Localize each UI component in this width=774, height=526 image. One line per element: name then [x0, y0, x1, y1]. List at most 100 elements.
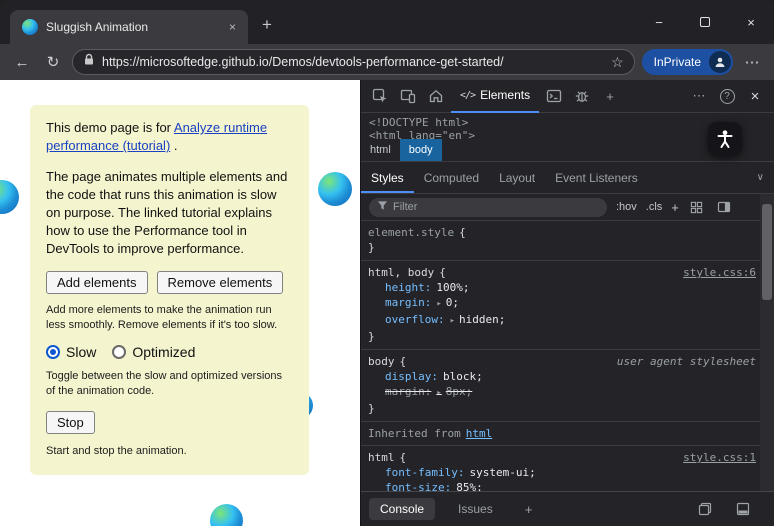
slow-radio-label[interactable]: Slow — [66, 344, 96, 360]
style-rule-html: html{style.css:1 font-family: system-ui; … — [361, 446, 774, 491]
device-emulation-icon[interactable] — [395, 83, 421, 109]
content-area: This demo page is for Analyze runtime pe… — [0, 80, 774, 526]
tab-layout[interactable]: Layout — [489, 162, 545, 193]
new-tab-button[interactable]: + — [262, 15, 272, 35]
property-name[interactable]: font-family: — [385, 466, 464, 479]
inherited-label: Inherited from — [368, 427, 461, 440]
devtools-menu-icon[interactable]: ⋯ — [686, 83, 712, 109]
scrollbar-thumb[interactable] — [762, 204, 772, 300]
address-bar[interactable]: https://microsoftedge.github.io/Demos/de… — [72, 49, 635, 75]
maximize-button[interactable] — [682, 0, 728, 44]
stylesheet-link[interactable]: style.css:6 — [683, 265, 756, 280]
property-value[interactable]: 8px; — [446, 385, 473, 398]
style-rule-element: element.style { } — [361, 221, 774, 261]
rule-selector[interactable]: html — [368, 451, 395, 464]
property-value[interactable]: block; — [443, 370, 483, 383]
tab-computed[interactable]: Computed — [414, 162, 489, 193]
style-rule-body-ua: body {user agent stylesheet display: block… — [361, 350, 774, 422]
inprivate-badge[interactable]: InPrivate — [641, 49, 733, 75]
more-drawer-tabs-icon[interactable]: + — [516, 496, 542, 522]
chevron-down-icon[interactable]: ∨ — [757, 172, 764, 183]
expand-arrow-icon[interactable]: ▸ — [436, 388, 441, 398]
property-value[interactable]: 100%; — [436, 281, 469, 294]
rule-selector[interactable]: html, body — [368, 266, 434, 279]
tab-issues[interactable]: Issues — [447, 498, 504, 520]
devtools-scrollbar[interactable] — [760, 194, 774, 491]
favorite-star-icon[interactable]: ☆ — [611, 54, 624, 71]
close-button[interactable]: × — [728, 0, 774, 44]
element-buttons-row: Add elements Remove elements — [46, 271, 293, 295]
console-tab-icon[interactable] — [541, 83, 567, 109]
stylesheet-link[interactable]: style.css:1 — [683, 450, 756, 465]
help-icon[interactable]: ? — [714, 83, 740, 109]
tab-event-listeners[interactable]: Event Listeners — [545, 162, 648, 193]
property-name[interactable]: margin: — [385, 296, 431, 309]
property-name[interactable]: overflow: — [385, 313, 445, 326]
filter-input[interactable] — [393, 201, 599, 213]
refresh-button[interactable]: ↻ — [41, 53, 65, 71]
maximize-icon — [700, 17, 710, 27]
welcome-home-icon[interactable] — [423, 83, 449, 109]
animated-edge-logo — [318, 172, 352, 206]
remove-elements-button[interactable]: Remove elements — [156, 271, 284, 295]
open-brace: { — [399, 451, 407, 464]
property-name[interactable]: display: — [385, 370, 438, 383]
inherited-node-link[interactable]: html — [466, 427, 493, 440]
optimized-radio[interactable] — [112, 344, 127, 359]
computed-sidebar-icon[interactable] — [715, 194, 733, 220]
profile-avatar[interactable] — [709, 51, 731, 73]
rule-close-line: } — [361, 401, 774, 416]
tab-console[interactable]: Console — [369, 498, 436, 520]
property-value[interactable]: 85%; — [456, 481, 483, 491]
inspect-element-icon[interactable] — [367, 83, 393, 109]
tab-elements[interactable]: </> Elements — [451, 80, 540, 113]
more-tabs-icon[interactable]: + — [597, 83, 623, 109]
minimize-button[interactable]: − — [636, 0, 682, 44]
intro-suffix: . — [170, 138, 178, 154]
optimized-radio-label[interactable]: Optimized — [132, 344, 195, 360]
breadcrumb-body[interactable]: body — [399, 139, 442, 161]
slow-radio[interactable] — [46, 344, 60, 359]
hov-toggle[interactable]: :hov — [616, 201, 637, 213]
cls-toggle[interactable]: .cls — [646, 201, 663, 213]
styles-filter[interactable] — [369, 197, 607, 217]
new-style-rule-icon[interactable]: + — [671, 200, 679, 215]
devtools-toolbar: </> Elements + ⋯ ? × — [361, 80, 774, 113]
dock-bottom-icon[interactable] — [730, 496, 756, 522]
stop-button[interactable]: Stop — [46, 411, 95, 435]
tab-title: Sluggish Animation — [46, 20, 149, 34]
breadcrumb-html[interactable]: html — [361, 139, 400, 161]
property-value[interactable]: system-ui; — [469, 466, 535, 479]
dock-side-icon[interactable] — [692, 496, 718, 522]
property-value[interactable]: 0; — [446, 296, 459, 309]
rule-selector[interactable]: body — [368, 355, 395, 368]
rule-selector[interactable]: element.style — [368, 226, 454, 239]
url-text: https://microsoftedge.github.io/Demos/de… — [102, 55, 504, 69]
accessibility-icon[interactable] — [708, 122, 742, 156]
expand-arrow-icon[interactable]: ▸ — [450, 316, 455, 326]
open-brace: { — [439, 266, 446, 279]
back-button[interactable]: ← — [10, 54, 34, 71]
property-value[interactable]: hidden; — [459, 313, 505, 326]
close-brace: } — [368, 241, 375, 254]
filter-funnel-icon — [377, 198, 388, 216]
debugger-bug-icon[interactable] — [569, 83, 595, 109]
address-toolbar: ← ↻ https://microsoftedge.github.io/Demo… — [0, 44, 774, 80]
devtools-close-icon[interactable]: × — [742, 83, 768, 109]
property-name[interactable]: font-size: — [385, 481, 451, 491]
tab-styles[interactable]: Styles — [361, 162, 414, 193]
tab-close-icon[interactable]: × — [225, 20, 240, 34]
window-controls: − × — [636, 0, 774, 44]
property-name[interactable]: margin: — [385, 385, 431, 398]
rule-selector-line: html { style.css:1 — [361, 450, 774, 465]
rule-selector-line: body {user agent stylesheet — [361, 354, 774, 369]
property-name[interactable]: height: — [385, 281, 431, 294]
browser-tab[interactable]: Sluggish Animation × — [10, 10, 248, 44]
add-elements-button[interactable]: Add elements — [46, 271, 148, 295]
browser-menu-button[interactable]: ⋯ — [740, 53, 764, 71]
css-property: font-size: 85%; — [361, 480, 774, 491]
demo-panel: This demo page is for Analyze runtime pe… — [30, 105, 309, 476]
expand-arrow-icon[interactable]: ▸ — [436, 299, 441, 309]
css-property: margin: ▸ 0; — [361, 295, 774, 312]
grid-overlay-icon[interactable] — [688, 194, 706, 220]
